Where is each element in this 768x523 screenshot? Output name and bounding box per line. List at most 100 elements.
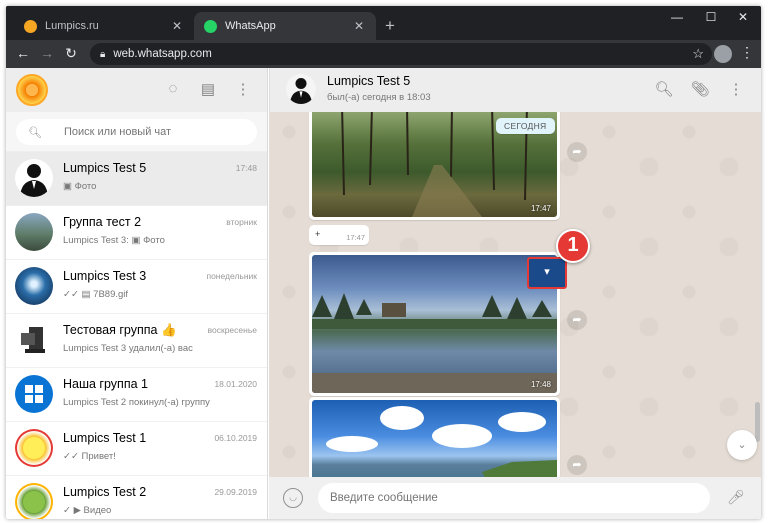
search-icon[interactable]: 🔍︎ — [654, 80, 674, 98]
date-divider: СЕГОДНЯ — [496, 118, 555, 134]
chat-list-item[interactable]: Группа тест 2 вторник Lumpics Test 3: ▣ … — [6, 206, 267, 260]
contact-avatar — [286, 74, 316, 104]
maximize-button[interactable]: ☐ — [696, 10, 726, 24]
chat-list-item[interactable]: Наша группа 1 18.01.2020 Lumpics Test 2 … — [6, 368, 267, 422]
avatar — [15, 429, 53, 467]
chat-list-item[interactable]: Lumpics Test 3 понедельник ✓✓ ▤ 7B89.gif — [6, 260, 267, 314]
chat-time: понедельник — [206, 271, 257, 281]
message-photo[interactable] — [312, 400, 557, 477]
message-time: 17:47 — [530, 204, 551, 213]
avatar — [15, 483, 53, 519]
chat-time: 17:48 — [235, 163, 257, 173]
lock-icon: 🔒︎ — [100, 48, 106, 60]
forward-icon[interactable]: ➦ — [567, 142, 587, 162]
message-text: + — [315, 229, 321, 239]
chat-list-item[interactable]: Lumpics Test 2 29.09.2019 ✓ ▶ Видео — [6, 476, 267, 519]
contact-name: Lumpics Test 5 — [327, 74, 411, 88]
chat-preview: Lumpics Test 2 покинул(-а) группу — [63, 397, 210, 408]
forward-icon[interactable]: ➦ — [567, 455, 587, 475]
mic-icon[interactable]: 🎤︎ — [727, 489, 745, 506]
chat-preview: ✓✓ Привет! — [63, 451, 116, 462]
new-tab-button[interactable]: + — [380, 16, 400, 36]
chat-time: 06.10.2019 — [214, 433, 257, 443]
status-icon[interactable]: ◌ — [163, 80, 183, 97]
whatsapp-favicon-icon — [204, 19, 217, 33]
sidebar: ◌ ▤ ⋮ 🔍︎ Lumpics Test 5 17:48 ▣ Фото — [6, 68, 268, 519]
chat-preview: ✓✓ ▤ 7B89.gif — [63, 289, 129, 300]
scrollbar[interactable] — [755, 402, 760, 442]
annotation-badge: 1 — [556, 229, 590, 263]
attach-icon[interactable]: 📎︎ — [690, 80, 710, 98]
avatar — [15, 159, 53, 197]
tab-strip: Lumpics.ru ✕ WhatsApp ✕ + — ☐ ✕ — [6, 6, 761, 40]
chat-preview: Lumpics Test 3 удалил(-а) вас — [63, 343, 193, 354]
forward-icon[interactable]: ➦ — [567, 310, 587, 330]
sidebar-header: ◌ ▤ ⋮ — [6, 68, 267, 112]
avatar — [15, 267, 53, 305]
avatar — [15, 375, 53, 413]
scroll-down-chevron-icon[interactable]: ⌄ — [727, 430, 757, 460]
message-time: 17:48 — [530, 380, 551, 389]
tab-lumpics[interactable]: Lumpics.ru ✕ — [14, 12, 194, 40]
chat-list-item[interactable]: Тестовая группа 👍 воскресенье Lumpics Te… — [6, 314, 267, 368]
avatar — [15, 321, 53, 359]
emoji-icon[interactable]: ◡ — [283, 488, 303, 508]
chat-time: 18.01.2020 — [214, 379, 257, 389]
chat-preview: ▣ Фото — [63, 181, 97, 192]
chat-name: Lumpics Test 5 — [63, 161, 147, 175]
conversation-panel: Lumpics Test 5 был(-а) сегодня в 18:03 🔍… — [269, 68, 761, 519]
chat-preview: Lumpics Test 3: ▣ Фото — [63, 235, 165, 246]
contact-status: был(-а) сегодня в 18:03 — [327, 92, 431, 103]
menu-icon[interactable]: ⋮ — [726, 80, 746, 98]
chat-time: вторник — [226, 217, 257, 227]
conversation-header[interactable]: Lumpics Test 5 был(-а) сегодня в 18:03 🔍… — [269, 68, 761, 112]
menu-icon[interactable]: ⋮ — [233, 80, 253, 98]
chat-name: Группа тест 2 — [63, 215, 142, 229]
tab-title: WhatsApp — [225, 20, 276, 32]
reload-icon[interactable]: ↻ — [62, 45, 80, 62]
message-time: 17:47 — [346, 233, 365, 242]
search-box[interactable]: 🔍︎ — [16, 119, 257, 145]
address-bar[interactable]: 🔒︎ web.whatsapp.com ☆ — [90, 43, 712, 65]
text-message[interactable]: + 17:47 — [309, 225, 369, 245]
chat-time: 29.09.2019 — [214, 487, 257, 497]
profile-avatar-icon[interactable] — [714, 45, 732, 63]
browser-menu-icon[interactable]: ⋮ — [740, 44, 754, 61]
my-avatar[interactable] — [16, 74, 48, 106]
chat-preview: ✓ ▶ Видео — [63, 505, 112, 516]
photo-message[interactable]: 17:48 — [309, 252, 560, 396]
chat-name: Наша группа 1 — [63, 377, 148, 391]
back-arrow-icon[interactable]: ← — [14, 45, 32, 61]
search-bar: 🔍︎ — [6, 112, 267, 152]
compose-bar: ◡ 🎤︎ — [269, 477, 761, 519]
bookmark-star-icon[interactable]: ☆ — [692, 46, 704, 62]
tab-close-icon[interactable]: ✕ — [352, 19, 366, 33]
forward-arrow-icon[interactable]: → — [38, 45, 56, 61]
chat-time: воскресенье — [207, 325, 257, 335]
tab-close-icon[interactable]: ✕ — [170, 19, 184, 33]
avatar — [15, 213, 53, 251]
photo-message[interactable] — [309, 397, 560, 477]
browser-toolbar: ← → ↻ 🔒︎ web.whatsapp.com ☆ ⋮ — [6, 40, 761, 68]
chat-list-item[interactable]: Lumpics Test 1 06.10.2019 ✓✓ Привет! — [6, 422, 267, 476]
message-photo[interactable]: 17:48 — [312, 255, 557, 393]
new-chat-icon[interactable]: ▤ — [198, 80, 218, 98]
whatsapp-app: ◌ ▤ ⋮ 🔍︎ Lumpics Test 5 17:48 ▣ Фото — [6, 68, 761, 519]
browser-window: Lumpics.ru ✕ WhatsApp ✕ + — ☐ ✕ ← → ↻ 🔒︎… — [6, 6, 761, 519]
search-icon: 🔍︎ — [28, 126, 42, 139]
chat-name: Lumpics Test 3 — [63, 269, 147, 283]
close-window-button[interactable]: ✕ — [728, 10, 758, 24]
tab-title: Lumpics.ru — [45, 20, 99, 32]
message-area: 17:47 СЕГОДНЯ ➦ + 17:47 17:48 ▾ 1 ➦ ➦ ⌄ — [269, 112, 761, 477]
lumpics-favicon-icon — [24, 19, 37, 33]
tab-whatsapp[interactable]: WhatsApp ✕ — [194, 12, 376, 40]
search-input[interactable] — [63, 126, 244, 138]
chat-name: Lumpics Test 2 — [63, 485, 147, 499]
minimize-button[interactable]: — — [662, 10, 692, 24]
message-menu-chevron-down-icon[interactable]: ▾ — [527, 257, 567, 289]
chat-name: Lumpics Test 1 — [63, 431, 147, 445]
chat-name: Тестовая группа 👍 — [63, 323, 177, 337]
chat-list-item[interactable]: Lumpics Test 5 17:48 ▣ Фото — [6, 152, 267, 206]
url-text: web.whatsapp.com — [113, 48, 212, 60]
message-input[interactable] — [318, 483, 710, 513]
